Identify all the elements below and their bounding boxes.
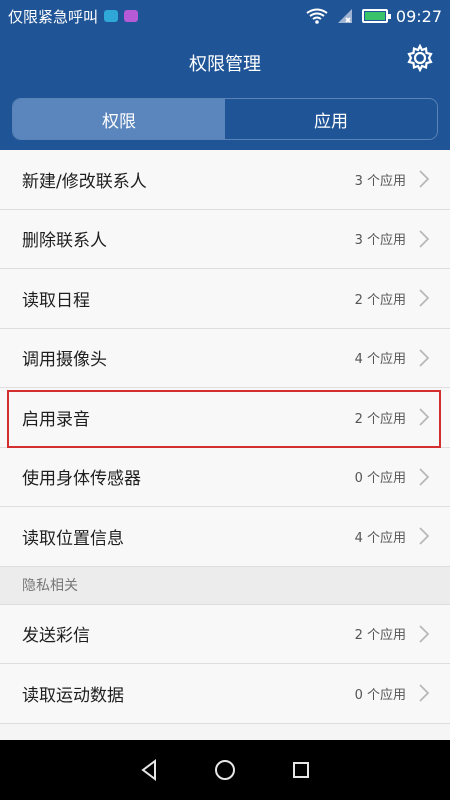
section-header-privacy: 隐私相关: [0, 566, 450, 605]
back-icon[interactable]: [137, 758, 161, 782]
permission-label: 启用录音: [22, 409, 90, 430]
permission-label: 删除联系人: [22, 231, 107, 252]
segmented-control: 权限 应用: [12, 98, 438, 140]
list-item[interactable]: 发送彩信 2 个应用: [0, 604, 450, 664]
chevron-right-icon: [419, 468, 430, 486]
chevron-right-icon: [419, 230, 430, 248]
list-item[interactable]: 使用身体传感器 0 个应用: [0, 447, 450, 507]
permission-label: 调用摄像头: [22, 350, 107, 371]
status-right: 09:27: [306, 7, 442, 26]
list-item[interactable]: 读取运动数据 0 个应用: [0, 664, 450, 724]
app-count: 4 个应用: [354, 530, 406, 546]
battery-icon: [361, 9, 391, 23]
permission-label: 读取运动数据: [22, 685, 124, 706]
chevron-right-icon: [419, 349, 430, 367]
notification-icon: [124, 10, 139, 22]
gear-icon[interactable]: [406, 44, 434, 72]
sim-card-icon: [104, 10, 119, 22]
navigation-bar: [0, 740, 450, 800]
emergency-call-text: 仅限紧急呼叫: [8, 7, 99, 26]
signal-icon: [337, 9, 352, 23]
app-count: 0 个应用: [354, 471, 406, 487]
app-count: 3 个应用: [354, 173, 406, 189]
list-item[interactable]: 读取位置信息 4 个应用: [0, 507, 450, 567]
wifi-icon: [306, 8, 328, 24]
permission-label: 发送彩信: [22, 626, 90, 647]
recents-icon[interactable]: [289, 758, 313, 782]
tab-apps[interactable]: 应用: [225, 99, 437, 139]
chevron-right-icon: [419, 408, 430, 426]
status-bar: 仅限紧急呼叫 09:27: [0, 0, 450, 32]
permission-label: 新建/修改联系人: [22, 171, 147, 192]
tab-permissions[interactable]: 权限: [13, 99, 225, 139]
permission-label: 读取位置信息: [22, 528, 124, 549]
app-count: 2 个应用: [354, 628, 406, 644]
permission-manager-screen: 仅限紧急呼叫 09:27 权限管理 权限 应用 新建/修改联系人 3 个应用 删…: [0, 0, 450, 800]
permission-label: 使用身体传感器: [22, 469, 141, 490]
chevron-right-icon: [419, 684, 430, 702]
chevron-right-icon: [419, 527, 430, 545]
page-title: 权限管理: [189, 54, 261, 75]
app-count: 4 个应用: [354, 352, 406, 368]
app-count: 2 个应用: [354, 292, 406, 308]
permission-list: 新建/修改联系人 3 个应用 删除联系人 3 个应用 读取日程 2 个应用 调用…: [0, 150, 450, 724]
status-left: 仅限紧急呼叫: [8, 6, 306, 27]
chevron-right-icon: [419, 625, 430, 643]
status-time: 09:27: [395, 6, 442, 26]
list-item[interactable]: 新建/修改联系人 3 个应用: [0, 150, 450, 210]
chevron-right-icon: [419, 170, 430, 188]
app-count: 2 个应用: [354, 411, 406, 427]
list-item[interactable]: 删除联系人 3 个应用: [0, 209, 450, 269]
list-item[interactable]: 调用摄像头 4 个应用: [0, 328, 450, 388]
app-count: 3 个应用: [354, 233, 406, 249]
app-count: 0 个应用: [354, 687, 406, 703]
list-item[interactable]: 读取日程 2 个应用: [0, 269, 450, 329]
list-item[interactable]: 启用录音 2 个应用: [0, 388, 450, 448]
header: 权限管理 权限 应用: [0, 32, 450, 150]
chevron-right-icon: [419, 289, 430, 307]
permission-label: 读取日程: [22, 290, 90, 311]
home-icon[interactable]: [213, 758, 237, 782]
